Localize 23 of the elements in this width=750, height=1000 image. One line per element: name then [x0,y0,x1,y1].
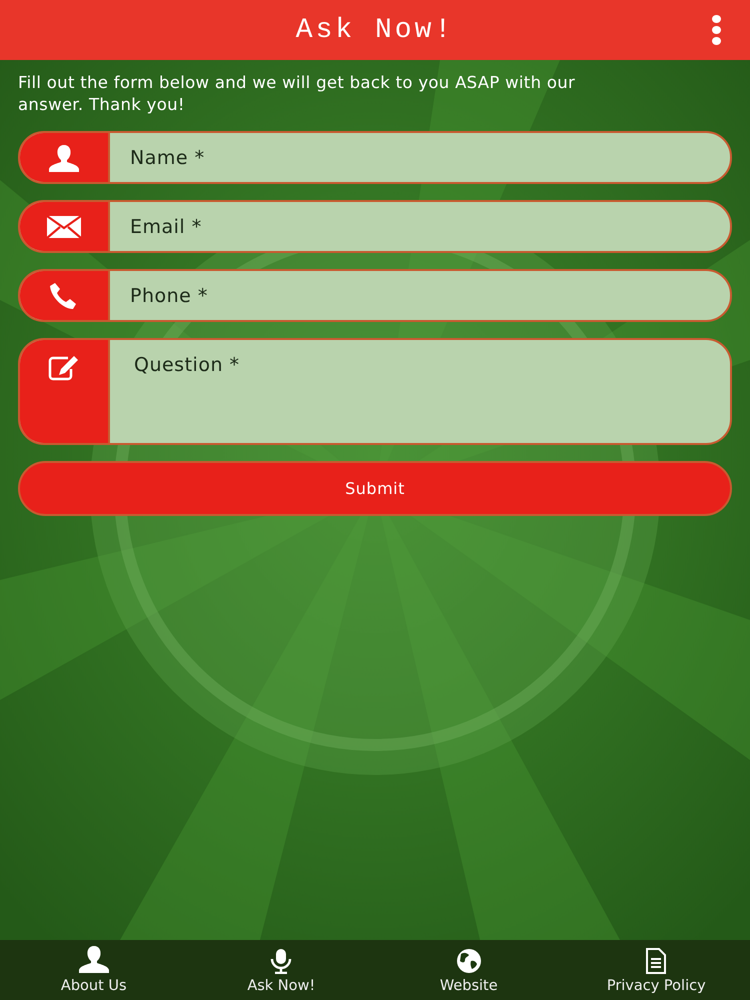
input-field[interactable]: Email * [18,200,732,253]
nav-tab[interactable]: About Us [60,978,127,994]
question-field[interactable]: Question * [110,340,730,443]
nav-tab[interactable]: Privacy Policy [606,978,706,994]
input-field[interactable]: Name * [18,131,732,184]
input-field[interactable]: Phone * [18,269,732,322]
submit-button[interactable]: Submit [18,461,732,516]
page-title: Ask Now! [296,14,454,46]
input-field[interactable]: Email * [110,202,730,251]
intro-text: Fill out the form below and we will get back to you ASAP with our answer. Thank you! [18,72,576,116]
input-field[interactable]: Name * [110,133,730,182]
microphone-icon [269,948,294,974]
phone-icon [49,280,79,310]
question-field[interactable]: Question * [18,338,732,445]
envelope-icon [46,214,82,238]
document-icon [645,948,668,974]
nav-tab[interactable]: Website [440,978,498,994]
person-icon [47,142,81,172]
input-field[interactable]: Phone * [110,271,730,320]
nav-tab[interactable]: Ask Now! [247,978,316,994]
person-icon [76,944,111,974]
edit-icon [48,354,80,382]
more-menu-icon[interactable] [712,15,722,45]
